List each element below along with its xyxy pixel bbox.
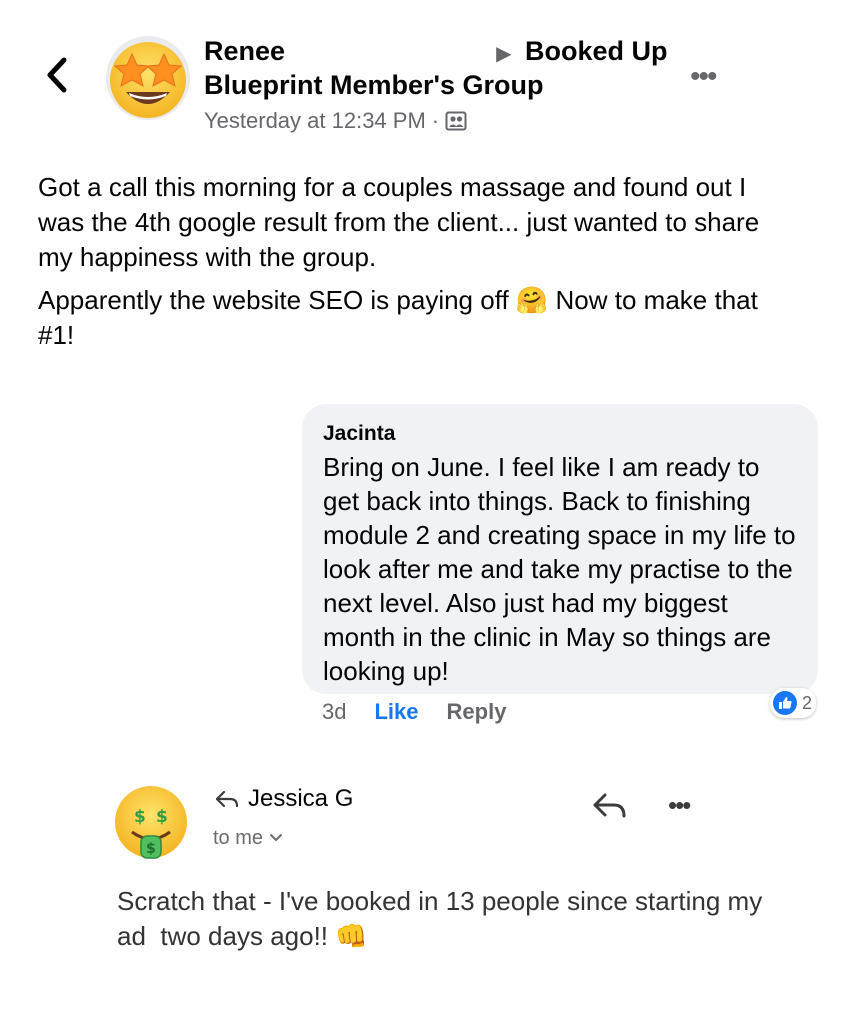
email-body-text: Scratch that - I've booked in 13 people …: [117, 886, 770, 951]
post-paragraph-2: Apparently the website SEO is paying off…: [38, 283, 778, 353]
comment-author[interactable]: Jacinta: [323, 420, 796, 448]
post-author-line: Renee ▶ Booked Up: [204, 34, 668, 71]
group-members-icon: [445, 111, 467, 131]
email-recipient-text: to me: [213, 827, 264, 849]
comment-like-button[interactable]: Like: [374, 698, 418, 726]
email-recipient-toggle[interactable]: to me: [213, 824, 283, 852]
author-avatar[interactable]: [106, 36, 190, 120]
post-author-name[interactable]: Renee: [204, 36, 285, 66]
email-reply-button[interactable]: [590, 788, 630, 824]
post-body: Got a call this morning for a couples ma…: [38, 170, 778, 361]
post-meta: Yesterday at 12:34 PM ·: [204, 106, 467, 136]
chevron-down-icon: [270, 834, 283, 842]
back-button[interactable]: [40, 52, 76, 98]
comment-bubble[interactable]: Jacinta Bring on June. I feel like I am …: [302, 404, 818, 694]
post-paragraph-2-text-a: Apparently the website SEO is paying off: [38, 285, 509, 315]
reply-arrow-icon: [593, 793, 626, 818]
email-sender-line: Jessica G: [214, 784, 353, 814]
meta-separator: ·: [431, 108, 440, 133]
comment-reply-button[interactable]: Reply: [447, 698, 507, 726]
chevron-left-icon: [47, 57, 67, 93]
fist-bump-emoji-icon: 👊: [335, 921, 368, 951]
like-reaction-icon: [773, 691, 797, 715]
hugging-face-emoji-icon: 🤗: [515, 285, 549, 315]
post-paragraph-1: Got a call this morning for a couples ma…: [38, 172, 760, 272]
email-sender-avatar[interactable]: $ $ $: [112, 784, 190, 862]
star-struck-emoji-icon: [110, 42, 186, 118]
comment-actions: 3d Like Reply: [322, 698, 506, 726]
email-more-options-icon[interactable]: •••: [668, 790, 691, 821]
replied-arrow-icon: [215, 790, 239, 808]
comment-age: 3d: [322, 699, 347, 724]
post-timestamp[interactable]: Yesterday at 12:34 PM: [204, 106, 426, 136]
post-more-options-icon[interactable]: •••: [690, 60, 717, 94]
group-name-line2[interactable]: Blueprint Member's Group: [204, 68, 543, 102]
money-mouth-emoji-icon: $ $ $: [115, 786, 187, 859]
comment-reaction-badge[interactable]: 2: [770, 688, 817, 718]
group-arrow-icon: ▶: [496, 43, 512, 65]
group-name-line1[interactable]: Booked Up: [525, 36, 668, 66]
svg-text:$: $: [156, 807, 168, 827]
comment-text: Bring on June. I feel like I am ready to…: [323, 452, 796, 686]
reaction-count: 2: [802, 692, 813, 713]
svg-text:$: $: [146, 841, 156, 857]
email-body: Scratch that - I've booked in 13 people …: [117, 884, 797, 954]
email-sender-name[interactable]: Jessica G: [248, 784, 353, 814]
svg-text:$: $: [134, 807, 146, 827]
